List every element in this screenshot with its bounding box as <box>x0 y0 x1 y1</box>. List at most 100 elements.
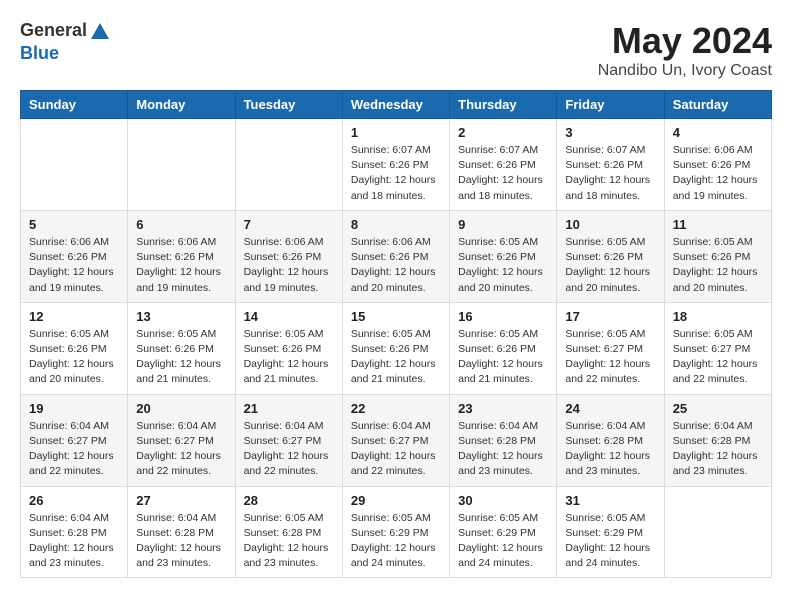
logo-blue: Blue <box>20 43 59 63</box>
calendar-cell-1-7: 4 Sunrise: 6:06 AM Sunset: 6:26 PM Daylig… <box>664 119 771 211</box>
day-info: Sunrise: 6:07 AM Sunset: 6:26 PM Dayligh… <box>565 143 655 204</box>
day-info: Sunrise: 6:06 AM Sunset: 6:26 PM Dayligh… <box>351 235 441 296</box>
day-number: 15 <box>351 309 441 324</box>
day-number: 5 <box>29 217 119 232</box>
calendar-cell-2-4: 8 Sunrise: 6:06 AM Sunset: 6:26 PM Daylig… <box>342 210 449 302</box>
day-info: Sunrise: 6:05 AM Sunset: 6:29 PM Dayligh… <box>351 511 441 572</box>
day-number: 21 <box>244 401 334 416</box>
calendar-cell-5-4: 29Sunrise: 6:05 AM Sunset: 6:29 PM Dayli… <box>342 486 449 578</box>
weekday-header-friday: Friday <box>557 91 664 119</box>
calendar-cell-5-1: 26 Sunrise: 6:04 AM Sunset: 6:28 PM Dayli… <box>21 486 128 578</box>
week-row-4: 19 Sunrise: 6:04 AM Sunset: 6:27 PM Dayli… <box>21 394 772 486</box>
calendar-cell-2-2: 6 Sunrise: 6:06 AM Sunset: 6:26 PM Daylig… <box>128 210 235 302</box>
calendar-cell-4-2: 20Sunrise: 6:04 AM Sunset: 6:27 PM Dayli… <box>128 394 235 486</box>
day-number: 11 <box>673 217 763 232</box>
day-info: Sunrise: 6:05 AM Sunset: 6:26 PM Dayligh… <box>244 327 334 388</box>
day-number: 28 <box>244 493 334 508</box>
day-info: Sunrise: 6:04 AM Sunset: 6:27 PM Dayligh… <box>351 419 441 480</box>
calendar-cell-2-5: 9Sunrise: 6:05 AM Sunset: 6:26 PM Daylig… <box>450 210 557 302</box>
weekday-header-row: SundayMondayTuesdayWednesdayThursdayFrid… <box>21 91 772 119</box>
calendar-cell-1-4: 1 Sunrise: 6:07 AM Sunset: 6:26 PM Daylig… <box>342 119 449 211</box>
weekday-header-thursday: Thursday <box>450 91 557 119</box>
day-number: 23 <box>458 401 548 416</box>
calendar-cell-3-6: 17 Sunrise: 6:05 AM Sunset: 6:27 PM Dayli… <box>557 302 664 394</box>
day-number: 1 <box>351 125 441 140</box>
title-block: May 2024 Nandibo Un, Ivory Coast <box>598 20 772 80</box>
calendar-cell-3-2: 13 Sunrise: 6:05 AM Sunset: 6:26 PM Dayli… <box>128 302 235 394</box>
weekday-header-wednesday: Wednesday <box>342 91 449 119</box>
day-number: 13 <box>136 309 226 324</box>
day-info: Sunrise: 6:06 AM Sunset: 6:26 PM Dayligh… <box>244 235 334 296</box>
calendar-cell-3-4: 15 Sunrise: 6:05 AM Sunset: 6:26 PM Dayli… <box>342 302 449 394</box>
day-info: Sunrise: 6:05 AM Sunset: 6:26 PM Dayligh… <box>565 235 655 296</box>
calendar-cell-4-4: 22 Sunrise: 6:04 AM Sunset: 6:27 PM Dayli… <box>342 394 449 486</box>
calendar-cell-1-6: 3 Sunrise: 6:07 AM Sunset: 6:26 PM Daylig… <box>557 119 664 211</box>
day-number: 4 <box>673 125 763 140</box>
day-info: Sunrise: 6:04 AM Sunset: 6:28 PM Dayligh… <box>136 511 226 572</box>
day-number: 3 <box>565 125 655 140</box>
day-info: Sunrise: 6:07 AM Sunset: 6:26 PM Dayligh… <box>351 143 441 204</box>
day-info: Sunrise: 6:05 AM Sunset: 6:26 PM Dayligh… <box>458 235 548 296</box>
day-info: Sunrise: 6:05 AM Sunset: 6:26 PM Dayligh… <box>458 327 548 388</box>
day-info: Sunrise: 6:06 AM Sunset: 6:26 PM Dayligh… <box>136 235 226 296</box>
day-info: Sunrise: 6:04 AM Sunset: 6:28 PM Dayligh… <box>565 419 655 480</box>
day-info: Sunrise: 6:05 AM Sunset: 6:26 PM Dayligh… <box>351 327 441 388</box>
calendar-cell-2-1: 5Sunrise: 6:06 AM Sunset: 6:26 PM Daylig… <box>21 210 128 302</box>
calendar-cell-3-5: 16 Sunrise: 6:05 AM Sunset: 6:26 PM Dayli… <box>450 302 557 394</box>
month-title: May 2024 <box>598 20 772 62</box>
day-info: Sunrise: 6:06 AM Sunset: 6:26 PM Dayligh… <box>673 143 763 204</box>
day-number: 7 <box>244 217 334 232</box>
calendar-cell-3-1: 12 Sunrise: 6:05 AM Sunset: 6:26 PM Dayli… <box>21 302 128 394</box>
calendar-cell-5-2: 27 Sunrise: 6:04 AM Sunset: 6:28 PM Dayli… <box>128 486 235 578</box>
week-row-3: 12 Sunrise: 6:05 AM Sunset: 6:26 PM Dayli… <box>21 302 772 394</box>
day-number: 17 <box>565 309 655 324</box>
calendar-cell-5-6: 31 Sunrise: 6:05 AM Sunset: 6:29 PM Dayli… <box>557 486 664 578</box>
day-number: 2 <box>458 125 548 140</box>
day-number: 18 <box>673 309 763 324</box>
weekday-header-saturday: Saturday <box>664 91 771 119</box>
calendar-cell-3-7: 18 Sunrise: 6:05 AM Sunset: 6:27 PM Dayli… <box>664 302 771 394</box>
day-info: Sunrise: 6:04 AM Sunset: 6:28 PM Dayligh… <box>29 511 119 572</box>
calendar-cell-1-3 <box>235 119 342 211</box>
day-number: 12 <box>29 309 119 324</box>
day-number: 27 <box>136 493 226 508</box>
calendar-cell-4-3: 21 Sunrise: 6:04 AM Sunset: 6:27 PM Dayli… <box>235 394 342 486</box>
day-number: 14 <box>244 309 334 324</box>
day-info: Sunrise: 6:04 AM Sunset: 6:27 PM Dayligh… <box>244 419 334 480</box>
weekday-header-monday: Monday <box>128 91 235 119</box>
calendar-cell-5-3: 28Sunrise: 6:05 AM Sunset: 6:28 PM Dayli… <box>235 486 342 578</box>
day-number: 25 <box>673 401 763 416</box>
calendar-cell-2-7: 11 Sunrise: 6:05 AM Sunset: 6:26 PM Dayli… <box>664 210 771 302</box>
logo-icon <box>89 21 111 43</box>
day-number: 10 <box>565 217 655 232</box>
day-number: 19 <box>29 401 119 416</box>
calendar-table: SundayMondayTuesdayWednesdayThursdayFrid… <box>20 90 772 578</box>
day-info: Sunrise: 6:05 AM Sunset: 6:29 PM Dayligh… <box>565 511 655 572</box>
location-title: Nandibo Un, Ivory Coast <box>598 62 772 80</box>
day-number: 24 <box>565 401 655 416</box>
day-info: Sunrise: 6:05 AM Sunset: 6:26 PM Dayligh… <box>673 235 763 296</box>
calendar-cell-4-7: 25Sunrise: 6:04 AM Sunset: 6:28 PM Dayli… <box>664 394 771 486</box>
calendar-cell-2-6: 10 Sunrise: 6:05 AM Sunset: 6:26 PM Dayli… <box>557 210 664 302</box>
day-info: Sunrise: 6:05 AM Sunset: 6:29 PM Dayligh… <box>458 511 548 572</box>
day-number: 16 <box>458 309 548 324</box>
day-number: 30 <box>458 493 548 508</box>
logo-general: General <box>20 20 87 40</box>
day-info: Sunrise: 6:07 AM Sunset: 6:26 PM Dayligh… <box>458 143 548 204</box>
day-number: 8 <box>351 217 441 232</box>
day-number: 6 <box>136 217 226 232</box>
page-header: General Blue May 2024 Nandibo Un, Ivory … <box>20 20 772 80</box>
day-number: 26 <box>29 493 119 508</box>
weekday-header-sunday: Sunday <box>21 91 128 119</box>
day-info: Sunrise: 6:05 AM Sunset: 6:26 PM Dayligh… <box>29 327 119 388</box>
day-info: Sunrise: 6:05 AM Sunset: 6:27 PM Dayligh… <box>565 327 655 388</box>
logo: General Blue <box>20 20 113 64</box>
day-number: 31 <box>565 493 655 508</box>
calendar-cell-2-3: 7 Sunrise: 6:06 AM Sunset: 6:26 PM Daylig… <box>235 210 342 302</box>
week-row-5: 26 Sunrise: 6:04 AM Sunset: 6:28 PM Dayli… <box>21 486 772 578</box>
calendar-cell-4-6: 24 Sunrise: 6:04 AM Sunset: 6:28 PM Dayli… <box>557 394 664 486</box>
calendar-cell-1-2 <box>128 119 235 211</box>
day-info: Sunrise: 6:05 AM Sunset: 6:26 PM Dayligh… <box>136 327 226 388</box>
day-number: 22 <box>351 401 441 416</box>
day-info: Sunrise: 6:05 AM Sunset: 6:27 PM Dayligh… <box>673 327 763 388</box>
